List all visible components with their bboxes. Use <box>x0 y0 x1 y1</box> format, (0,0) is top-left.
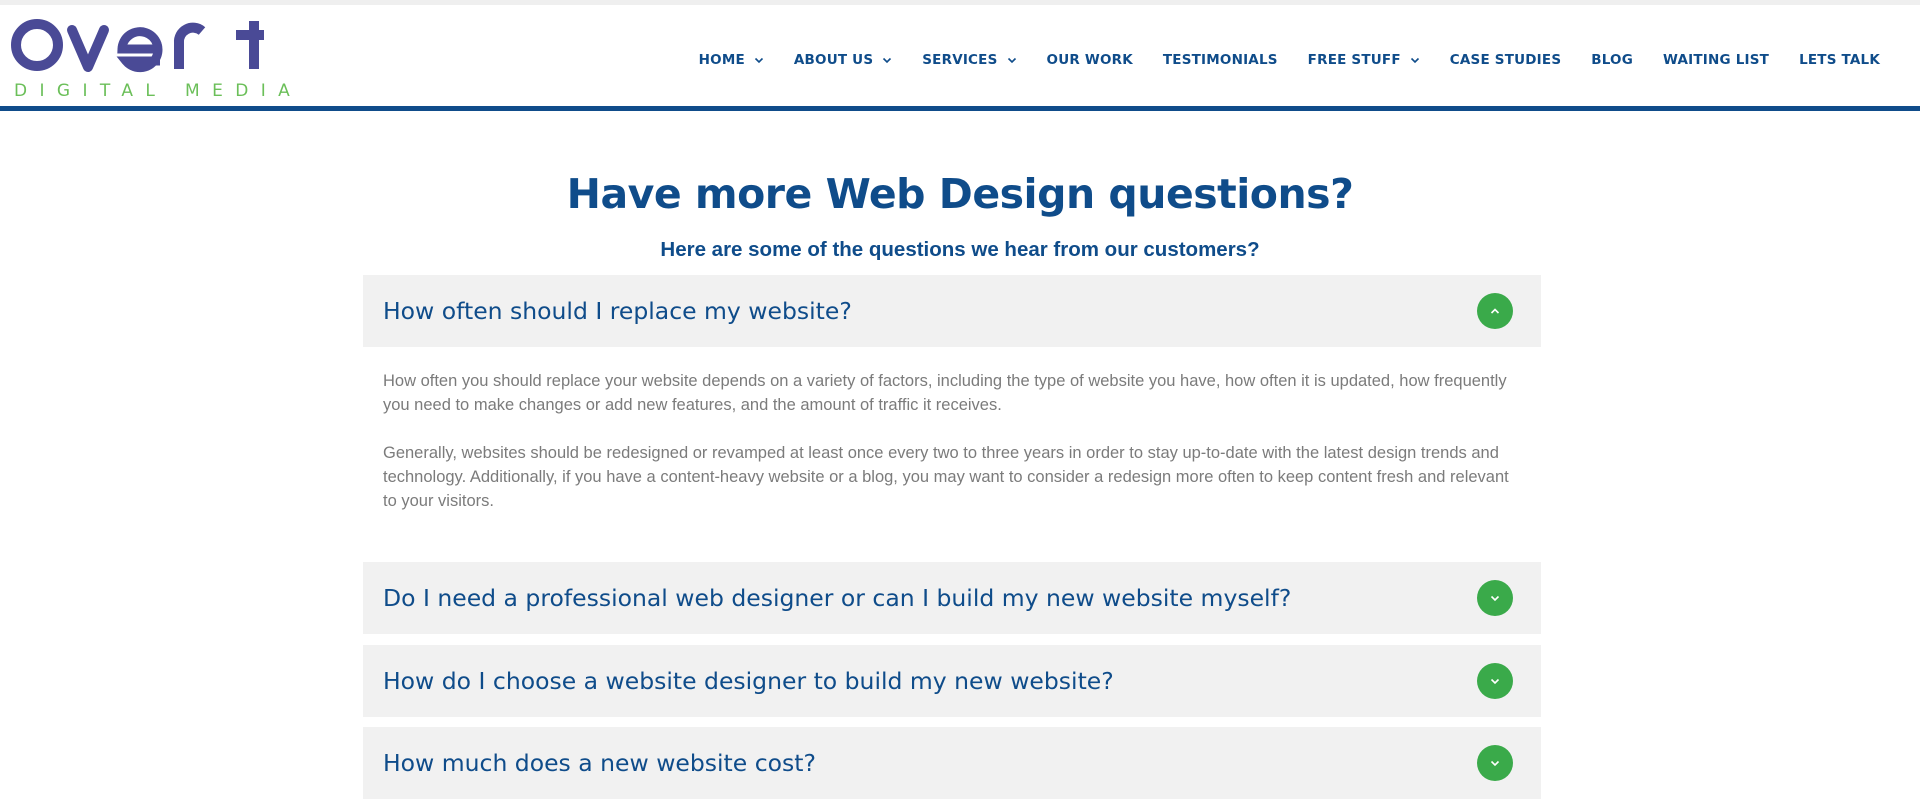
faq-toggle-button[interactable] <box>1477 745 1513 781</box>
chevron-down-icon <box>1410 57 1419 64</box>
faq-item: How often should I replace my website? H… <box>363 275 1541 537</box>
faq-question: How much does a new website cost? <box>383 749 816 777</box>
nav-item-label: WAITING LIST <box>1663 52 1770 68</box>
faq-question-header[interactable]: How much does a new website cost? <box>363 727 1541 799</box>
faq-question: Do I need a professional web designer or… <box>383 584 1292 612</box>
main-nav: HOME ABOUT US SERVICES OUR WORK TESTIMON… <box>699 52 1880 68</box>
faq-question-header[interactable]: How do I choose a website designer to bu… <box>363 645 1541 717</box>
header-divider <box>0 106 1920 111</box>
chevron-down-icon <box>754 57 763 64</box>
nav-item-label: CASE STUDIES <box>1449 52 1562 68</box>
nav-item-blog[interactable]: BLOG <box>1591 52 1633 68</box>
faq-toggle-button[interactable] <box>1477 293 1513 329</box>
site-header: DIGITAL MEDIA HOME ABOUT US SERVICES OUR… <box>0 5 1920 108</box>
nav-item-label: FREE STUFF <box>1307 52 1401 68</box>
faq-item: How much does a new website cost? <box>363 727 1541 799</box>
nav-item-label: OUR WORK <box>1046 52 1133 68</box>
nav-item-label: HOME <box>698 52 745 68</box>
faq-question-header[interactable]: Do I need a professional web designer or… <box>363 562 1541 634</box>
faq-item: How do I choose a website designer to bu… <box>363 645 1541 717</box>
page-title: Have more Web Design questions? <box>566 170 1354 218</box>
nav-item-label: ABOUT US <box>793 52 874 68</box>
nav-item-about-us[interactable]: ABOUT US <box>794 52 892 68</box>
faq-answer: How often you should replace your websit… <box>363 347 1541 513</box>
nav-item-lets-talk[interactable]: LETS TALK <box>1799 52 1880 68</box>
faq-question-header[interactable]: How often should I replace my website? <box>363 275 1541 347</box>
chevron-down-icon <box>883 57 892 64</box>
nav-item-label: SERVICES <box>922 52 998 68</box>
chevron-down-icon <box>1490 760 1500 767</box>
page-subtitle: Here are some of the questions we hear f… <box>660 238 1260 261</box>
faq-item: Do I need a professional web designer or… <box>363 562 1541 634</box>
nav-item-label: LETS TALK <box>1799 52 1880 68</box>
chevron-down-icon <box>1007 57 1016 64</box>
nav-item-our-work[interactable]: OUR WORK <box>1047 52 1133 68</box>
faq-question: How do I choose a website designer to bu… <box>383 667 1114 695</box>
nav-item-label: BLOG <box>1591 52 1634 68</box>
nav-item-free-stuff[interactable]: FREE STUFF <box>1308 52 1420 68</box>
chevron-down-icon <box>1490 678 1500 685</box>
logo-wordmark <box>11 19 264 73</box>
chevron-up-icon <box>1490 308 1500 314</box>
faq-answer-paragraph: How often you should replace your websit… <box>383 372 1507 414</box>
nav-item-waiting-list[interactable]: WAITING LIST <box>1663 52 1769 68</box>
faq-toggle-button[interactable] <box>1477 580 1513 616</box>
nav-item-testimonials[interactable]: TESTIMONIALS <box>1163 52 1278 68</box>
faq-question: How often should I replace my website? <box>383 297 852 325</box>
nav-item-label: TESTIMONIALS <box>1162 52 1278 68</box>
chevron-down-icon <box>1490 595 1500 602</box>
nav-item-case-studies[interactable]: CASE STUDIES <box>1450 52 1561 68</box>
logo-tagline: DIGITAL MEDIA <box>14 81 303 101</box>
faq-toggle-button[interactable] <box>1477 663 1513 699</box>
faq-answer-paragraph: Generally, websites should be redesigned… <box>383 444 1509 510</box>
site-logo[interactable]: DIGITAL MEDIA <box>10 17 290 102</box>
nav-item-home[interactable]: HOME <box>699 52 764 68</box>
nav-item-services[interactable]: SERVICES <box>922 52 1016 68</box>
